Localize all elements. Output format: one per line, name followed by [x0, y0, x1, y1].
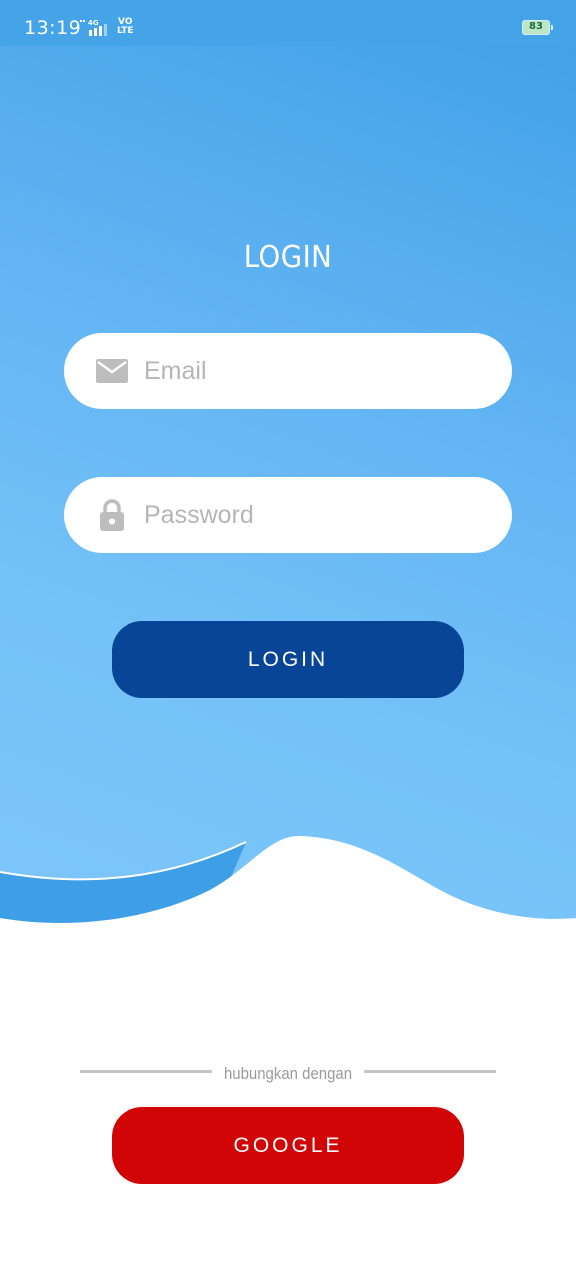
password-input[interactable]	[144, 477, 484, 553]
login-button[interactable]: LOGIN	[112, 621, 464, 698]
envelope-icon	[96, 359, 128, 383]
divider-left	[80, 1070, 212, 1073]
google-login-button[interactable]: GOOGLE	[112, 1107, 464, 1184]
status-bar: 13:19 4G VO LTE 83	[0, 0, 576, 46]
status-time: 13:19	[24, 17, 82, 39]
network-type: 4G	[88, 19, 99, 27]
email-input[interactable]	[144, 333, 484, 409]
lock-icon	[100, 499, 124, 531]
volte-bottom: LTE	[117, 26, 134, 36]
battery-icon: 83	[522, 20, 553, 35]
signal-icon: 4G	[80, 19, 107, 36]
divider-right	[364, 1070, 496, 1073]
wave-decoration	[0, 835, 576, 950]
password-field[interactable]	[64, 477, 512, 553]
volte-icon: VO LTE	[117, 18, 134, 36]
email-field[interactable]	[64, 333, 512, 409]
divider-text: hubungkan dengan	[223, 1064, 353, 1083]
page-title: LOGIN	[243, 240, 333, 275]
